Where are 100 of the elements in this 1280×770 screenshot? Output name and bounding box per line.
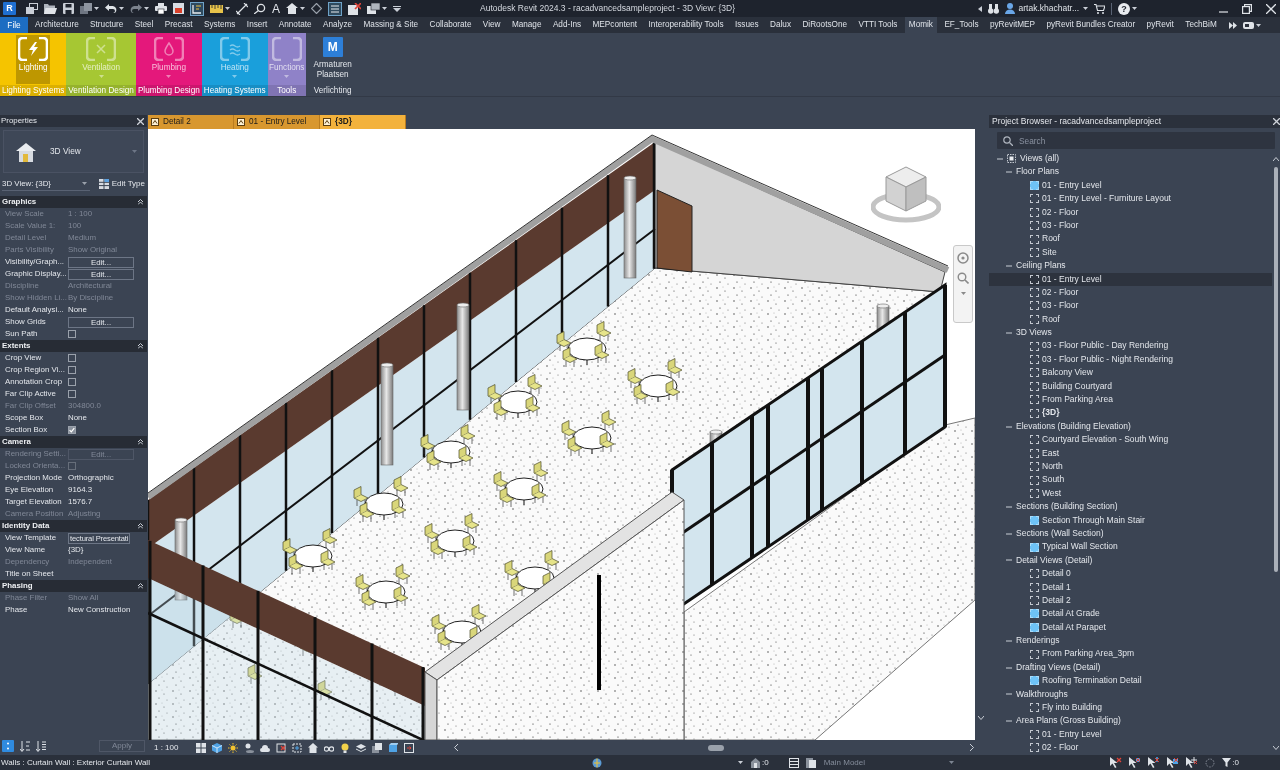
- diagonal-line-icon[interactable]: [236, 2, 248, 15]
- tree-item[interactable]: Sections (Wall Section): [989, 526, 1272, 541]
- tree-item[interactable]: {3D}: [989, 406, 1272, 420]
- collapse-icon[interactable]: [138, 199, 143, 205]
- ribbon-tab[interactable]: Precast: [160, 17, 197, 33]
- ribbon-tab[interactable]: Manage: [507, 17, 546, 33]
- filter-icon[interactable]: [1222, 758, 1232, 767]
- tree-item[interactable]: Roofing Termination Detail: [989, 674, 1272, 688]
- ribbon-tab[interactable]: Collaborate: [425, 17, 476, 33]
- stack-icon[interactable]: [26, 3, 38, 14]
- zoom-icon[interactable]: [957, 272, 969, 284]
- open-folder-icon[interactable]: [44, 3, 57, 14]
- sort-ascending-icon[interactable]: [20, 740, 30, 752]
- globe-icon[interactable]: [592, 757, 602, 768]
- tree-item[interactable]: Detail 1: [989, 580, 1272, 594]
- caret-icon[interactable]: [144, 7, 149, 10]
- pages-icon[interactable]: [805, 757, 816, 768]
- caret-icon[interactable]: [738, 761, 743, 764]
- collapse-icon[interactable]: [138, 439, 143, 445]
- tree-item[interactable]: 01 - Entry Level - Furniture Layout: [989, 192, 1272, 206]
- tree-item[interactable]: Fly into Building: [989, 701, 1272, 715]
- checkbox[interactable]: [68, 354, 76, 362]
- thin-lines-icon[interactable]: [328, 1, 342, 16]
- document-tab[interactable]: Detail 2: [148, 115, 234, 129]
- sun-icon[interactable]: [228, 742, 239, 753]
- collapse-icon[interactable]: [138, 523, 143, 529]
- tree-item[interactable]: Walkthroughs: [989, 687, 1272, 701]
- tree-item[interactable]: Detail At Grade: [989, 607, 1272, 621]
- bulb-icon[interactable]: [340, 742, 351, 753]
- edit-type-button[interactable]: Edit Type: [98, 179, 145, 189]
- caret-icon[interactable]: [382, 7, 387, 10]
- magnifier-icon[interactable]: [254, 3, 266, 14]
- cursor-move-icon[interactable]: [1186, 757, 1199, 768]
- checkbox[interactable]: [68, 330, 76, 338]
- home-icon[interactable]: [286, 3, 298, 14]
- ribbon-tab[interactable]: View: [478, 17, 505, 33]
- cart-icon[interactable]: [1094, 3, 1105, 14]
- tree-item[interactable]: 01 - Entry Level: [989, 272, 1272, 286]
- tree-item[interactable]: 02 - Floor: [989, 741, 1272, 755]
- tree-item[interactable]: Elevations (Building Elevation): [989, 419, 1272, 434]
- caret-icon[interactable]: [225, 7, 230, 10]
- align-icon[interactable]: [190, 1, 204, 16]
- ribbon-tab[interactable]: EF_Tools: [940, 17, 983, 33]
- chevron-down-icon[interactable]: [977, 716, 984, 720]
- app-logo[interactable]: R: [3, 2, 16, 15]
- tree-item[interactable]: Area Plans (Gross Building): [989, 714, 1272, 728]
- checkbox[interactable]: [68, 426, 76, 434]
- ribbon-tab[interactable]: Annotate: [274, 17, 316, 33]
- chevron-down-icon[interactable]: [1273, 746, 1279, 750]
- tree-item[interactable]: East: [989, 446, 1272, 460]
- close-windows-icon[interactable]: [348, 2, 361, 15]
- close-icon[interactable]: [1273, 118, 1280, 125]
- switch-windows-icon[interactable]: [367, 3, 380, 14]
- cloud-icon[interactable]: [260, 742, 271, 753]
- ribbon-tab[interactable]: Insert: [242, 17, 272, 33]
- triangle-left-icon[interactable]: [977, 5, 982, 12]
- ribbon-tab[interactable]: pyRevitMEP: [985, 17, 1039, 33]
- type-selector[interactable]: 3D View: [3, 130, 144, 173]
- view-scale-button[interactable]: 1 : 100: [154, 742, 179, 753]
- chevron-left-icon[interactable]: [454, 744, 458, 751]
- shadow-icon[interactable]: [244, 742, 255, 753]
- document-tab[interactable]: {3D}: [320, 115, 406, 129]
- undo-icon[interactable]: [105, 4, 117, 13]
- tree-item[interactable]: South: [989, 473, 1272, 487]
- ribbon-tab[interactable]: Interoperability Tools: [644, 17, 728, 33]
- tree-item[interactable]: Building Courtyard: [989, 379, 1272, 394]
- chevron-up-icon[interactable]: [1273, 157, 1279, 161]
- cursor-pin-icon[interactable]: [1148, 757, 1161, 768]
- ribbon-tab[interactable]: Steel: [130, 17, 158, 33]
- document-tab[interactable]: 01 - Entry Level: [234, 115, 320, 129]
- house-icon[interactable]: [308, 742, 319, 753]
- ribbon-tab[interactable]: pyRevit: [1142, 17, 1178, 33]
- tree-item[interactable]: 03 - Floor: [989, 218, 1272, 233]
- tree-item[interactable]: Balcony View: [989, 366, 1272, 380]
- ribbon-tab[interactable]: MEPcontent: [588, 17, 642, 33]
- tree-item[interactable]: 01 - Entry Level: [989, 178, 1272, 193]
- file-tab[interactable]: File: [0, 17, 28, 33]
- tree-item[interactable]: Roof: [989, 232, 1272, 246]
- tree-item[interactable]: Renderings: [989, 634, 1272, 648]
- user-name[interactable]: artak.khachatr...: [1018, 3, 1079, 14]
- tree-item[interactable]: Section Through Main Stair: [989, 513, 1272, 527]
- ribbon-tab[interactable]: Analyze: [318, 17, 357, 33]
- sort-list-icon[interactable]: [36, 740, 46, 752]
- caret-icon[interactable]: [1083, 7, 1088, 10]
- caret-icon[interactable]: [1256, 23, 1261, 27]
- crop-icon[interactable]: [276, 742, 287, 753]
- tree-item[interactable]: Roof: [989, 312, 1272, 327]
- toggle-icon[interactable]: [1243, 21, 1254, 29]
- collapse-icon[interactable]: [138, 343, 143, 349]
- tree-item[interactable]: 03 - Floor Public - Night Rendering: [989, 352, 1272, 367]
- tree-item[interactable]: 03 - Floor Public - Day Rendering: [989, 339, 1272, 353]
- collapse-icon[interactable]: [138, 583, 143, 589]
- cube-icon[interactable]: [212, 742, 223, 753]
- tree-item[interactable]: 02 - Floor: [989, 205, 1272, 219]
- tree-item[interactable]: 3D Views: [989, 326, 1272, 340]
- ribbon-button[interactable]: M Armaturen Plaatsen: [307, 35, 358, 84]
- caret-icon[interactable]: [300, 7, 305, 10]
- tree-item[interactable]: West: [989, 486, 1272, 501]
- scrollbar-thumb[interactable]: [708, 744, 724, 751]
- search-field[interactable]: Search: [997, 132, 1275, 149]
